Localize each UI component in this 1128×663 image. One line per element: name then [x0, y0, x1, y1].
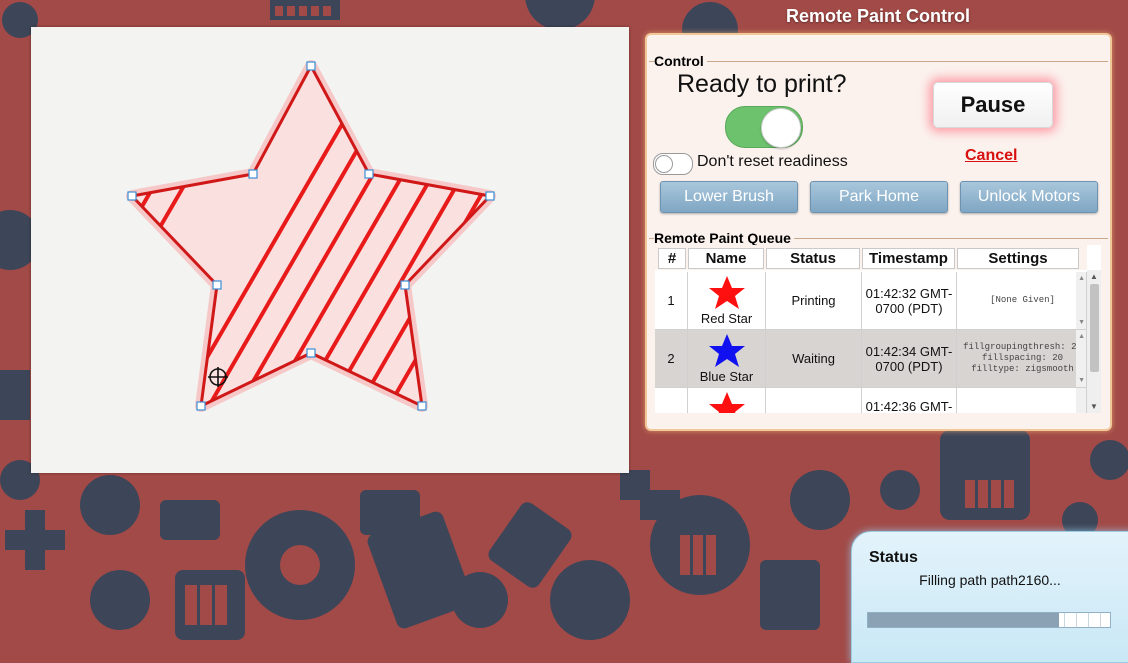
dont-reset-toggle[interactable]: [653, 153, 693, 175]
ready-toggle-knob: [761, 108, 801, 148]
settings-line: fillspacing: 20: [981, 353, 1063, 363]
park-home-button[interactable]: Park Home: [810, 181, 948, 213]
star-icon: [708, 392, 745, 413]
row-settings: [957, 388, 1087, 413]
row-timestamp: 01:42:36 GMT-: [862, 388, 957, 413]
settings-text: [None Given]: [957, 272, 1088, 329]
app-title: Remote Paint Control: [785, 6, 970, 26]
progress-fill: [868, 613, 1060, 627]
row-num: [655, 388, 688, 413]
progress-segment: [1064, 613, 1065, 627]
status-title: Status: [869, 549, 918, 566]
row-settings: fillgroupingthresh: 20 fillspacing: 20 f…: [957, 330, 1087, 388]
col-header-num: #: [658, 248, 686, 269]
queue-scroll-thumb[interactable]: [1090, 284, 1099, 372]
status-panel: Status Filling path path2160...: [851, 531, 1128, 663]
table-row[interactable]: 01:42:36 GMT-: [655, 388, 1087, 413]
cancel-link[interactable]: Cancel: [965, 147, 1017, 165]
row-settings: [None Given] ▲ ▼: [957, 272, 1087, 330]
col-header-timestamp: Timestamp: [862, 248, 955, 269]
progress-bar: [867, 612, 1111, 628]
row-timestamp: 01:42:34 GMT-0700 (PDT): [862, 330, 957, 388]
col-header-settings: Settings: [957, 248, 1079, 269]
settings-scrollbar[interactable]: ▲ ▼: [1076, 272, 1086, 329]
settings-scrollbar[interactable]: ▲ ▼: [1076, 330, 1086, 387]
scroll-up-icon[interactable]: ▲: [1078, 275, 1085, 282]
table-row[interactable]: 1 Red Star Printing 01:42:32 GMT-0700 (P…: [655, 272, 1087, 330]
row-status: Waiting: [766, 330, 862, 388]
row-name: Blue Star: [699, 369, 754, 384]
settings-text: fillgroupingthresh: 20 fillspacing: 20 f…: [957, 330, 1088, 387]
row-num: 1: [655, 272, 688, 330]
scroll-up-icon[interactable]: ▲: [1090, 272, 1098, 281]
scroll-down-icon[interactable]: ▼: [1078, 377, 1085, 384]
queue-legend: Remote Paint Queue: [654, 230, 794, 246]
row-name-cell: Blue Star: [688, 330, 766, 388]
col-header-status: Status: [766, 248, 860, 269]
row-timestamp: 01:42:32 GMT-0700 (PDT): [862, 272, 957, 330]
row-num: 2: [655, 330, 688, 388]
scroll-down-icon[interactable]: ▼: [1078, 319, 1085, 326]
table-row[interactable]: 2 Blue Star Waiting 01:42:34 GMT-0700 (P…: [655, 330, 1087, 388]
row-status: Printing: [766, 272, 862, 330]
control-legend: Control: [654, 53, 707, 69]
col-header-name: Name: [688, 248, 764, 269]
dont-reset-toggle-knob: [655, 155, 673, 173]
star-icon: [708, 276, 745, 309]
ready-to-print-label: Ready to print?: [677, 70, 847, 98]
queue-header: # Name Status Timestamp Settings: [655, 245, 1087, 270]
star-drawing[interactable]: [31, 27, 629, 473]
queue-table[interactable]: # Name Status Timestamp Settings 1 Red S…: [655, 245, 1101, 413]
settings-line: fillgroupingthresh: 20: [963, 342, 1082, 352]
control-panel: Control Ready to print? Don't reset read…: [645, 33, 1112, 431]
lower-brush-button[interactable]: Lower Brush: [660, 181, 798, 213]
row-name: Red Star: [700, 311, 753, 326]
pause-button[interactable]: Pause: [933, 82, 1053, 128]
drawing-canvas[interactable]: [31, 27, 629, 473]
row-name-cell: Red Star: [688, 272, 766, 330]
queue-scrollbar[interactable]: ▲ ▼: [1087, 270, 1101, 413]
ready-toggle[interactable]: [725, 106, 803, 148]
settings-line: [None Given]: [990, 295, 1055, 305]
progress-segment: [1088, 613, 1089, 627]
star-icon: [708, 334, 745, 367]
control-fieldset-border: [649, 61, 1108, 62]
row-name-cell: [688, 388, 766, 413]
progress-segment: [1076, 613, 1077, 627]
settings-scrollbar[interactable]: [1076, 388, 1086, 413]
dont-reset-label: Don't reset readiness: [697, 153, 848, 170]
progress-segment: [1100, 613, 1101, 627]
scroll-up-icon[interactable]: ▲: [1078, 333, 1085, 340]
status-message: Filling path path2160...: [919, 572, 1061, 588]
row-status: [766, 388, 862, 413]
unlock-motors-button[interactable]: Unlock Motors: [960, 181, 1098, 213]
settings-line: filltype: zigsmooth: [971, 364, 1074, 374]
scroll-down-icon[interactable]: ▼: [1090, 402, 1098, 411]
